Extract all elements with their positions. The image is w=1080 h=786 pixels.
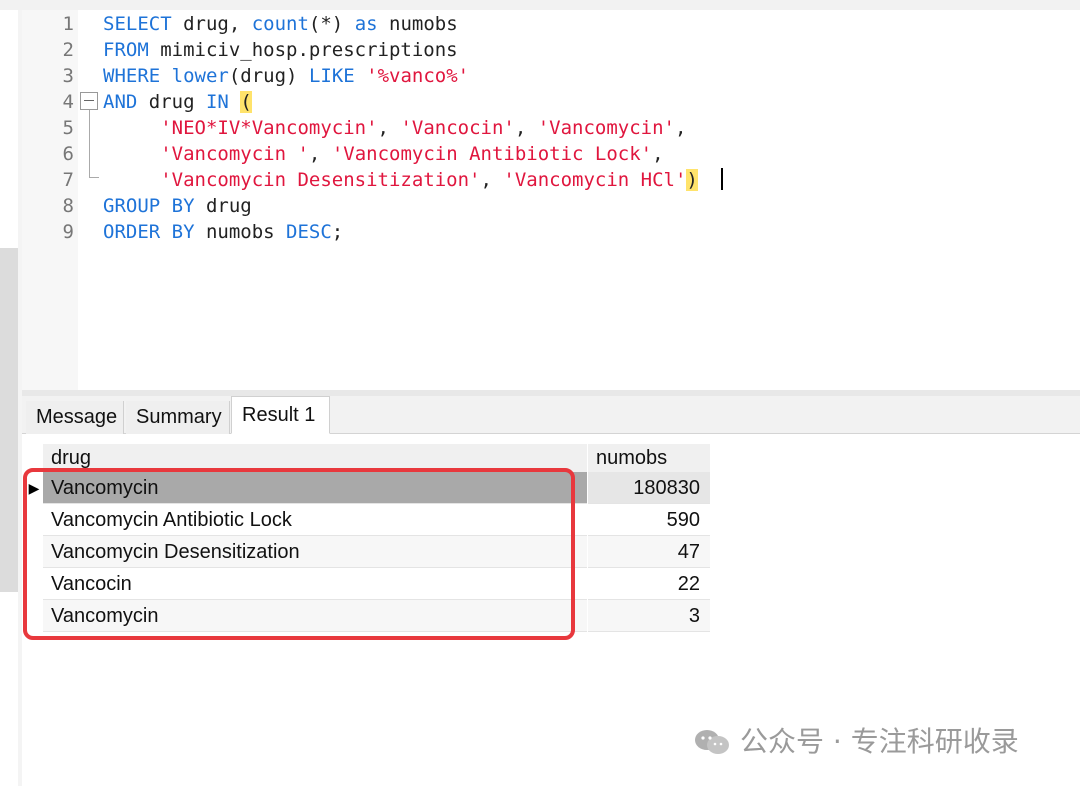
row-selector-icon[interactable]: [26, 504, 42, 536]
sql-string: 'Vancomycin Antibiotic Lock': [331, 143, 653, 165]
sql-string: 'NEO*IV*Vancomycin': [160, 117, 378, 139]
watermark-text: 公众号 · 专注科研收录: [740, 725, 1019, 758]
sql-keyword: DESC: [286, 221, 332, 243]
line-number: 5: [62, 117, 74, 139]
code-line[interactable]: ORDER BY numobs DESC;: [103, 219, 343, 245]
sql-keyword: SELECT: [103, 13, 172, 35]
tab-result-1[interactable]: Result 1: [231, 396, 330, 434]
sql-token: mimiciv_hosp.prescriptions: [148, 39, 458, 61]
sql-token: (drug): [228, 65, 309, 87]
fold-guide-line: [89, 110, 90, 178]
cell-numobs[interactable]: 180830: [588, 472, 710, 504]
code-line[interactable]: WHERE lower(drug) LIKE '%vanco%': [103, 63, 469, 89]
row-selector-icon[interactable]: [26, 568, 42, 600]
sql-token: numobs: [194, 221, 287, 243]
sql-keyword: as: [354, 13, 378, 35]
row-selector-icon[interactable]: ▶: [26, 472, 42, 504]
row-selector-icon[interactable]: [26, 600, 42, 632]
sql-keyword: lower: [171, 65, 229, 87]
sql-keyword: AND: [103, 91, 138, 113]
line-number: 8: [62, 195, 74, 217]
code-line[interactable]: 'Vancomycin Desensitization', 'Vancomyci…: [103, 167, 698, 193]
sql-string: 'Vancomycin Desensitization': [160, 169, 481, 191]
sql-token: ;: [331, 221, 344, 243]
sql-keyword: LIKE: [308, 65, 355, 87]
sql-token: ,: [480, 169, 504, 191]
sql-token: drug: [194, 195, 252, 217]
code-line[interactable]: SELECT drug, count(*) as numobs: [103, 11, 458, 37]
cell-drug[interactable]: Vancomycin: [43, 472, 587, 504]
sql-keyword: IN: [205, 91, 229, 113]
sql-token: ,: [652, 143, 664, 165]
sql-token: drug,: [171, 13, 252, 35]
sql-keyword: WHERE: [103, 65, 161, 87]
fold-toggle-icon[interactable]: [80, 92, 98, 110]
cell-numobs[interactable]: 47: [588, 536, 710, 568]
sql-keyword: count: [251, 13, 309, 35]
sql-token: ,: [377, 117, 401, 139]
line-number: 1: [62, 13, 74, 35]
sql-token: (*): [308, 13, 355, 35]
left-scrollbar[interactable]: [0, 248, 18, 592]
sql-string: 'Vancocin': [400, 117, 515, 139]
sql-token: ,: [308, 143, 332, 165]
sql-token: numobs: [377, 13, 458, 35]
tab-summary[interactable]: Summary: [126, 401, 230, 434]
sql-string: 'Vancomycin HCl': [503, 169, 687, 191]
line-number: 2: [62, 39, 74, 61]
cell-numobs[interactable]: 3: [588, 600, 710, 632]
sql-keyword: ORDER BY: [103, 221, 195, 243]
sql-string: '%vanco%': [366, 65, 470, 87]
code-line[interactable]: 'Vancomycin ', 'Vancomycin Antibiotic Lo…: [103, 141, 664, 167]
line-number: 4: [62, 91, 74, 113]
sql-string: 'Vancomycin': [537, 117, 675, 139]
sql-keyword: FROM: [103, 39, 149, 61]
text-cursor: [721, 168, 723, 190]
line-number: 7: [62, 169, 74, 191]
cell-drug[interactable]: Vancomycin: [43, 600, 587, 632]
cell-drug[interactable]: Vancomycin Antibiotic Lock: [43, 504, 587, 536]
column-header-numobs[interactable]: numobs: [588, 444, 710, 472]
fold-guide-end: [89, 177, 99, 178]
sql-token: ,: [514, 117, 538, 139]
code-line[interactable]: FROM mimiciv_hosp.prescriptions: [103, 37, 458, 63]
tab-message[interactable]: Message: [26, 401, 124, 434]
cell-numobs[interactable]: 22: [588, 568, 710, 600]
cell-drug[interactable]: Vancocin: [43, 568, 587, 600]
row-selector-icon[interactable]: [26, 536, 42, 568]
code-line[interactable]: AND drug IN (: [103, 89, 252, 115]
matched-paren: ): [686, 169, 698, 191]
sql-token: ,: [675, 117, 687, 139]
line-number: 6: [62, 143, 74, 165]
line-number: 3: [62, 65, 74, 87]
matched-paren: (: [240, 91, 252, 113]
cell-numobs[interactable]: 590: [588, 504, 710, 536]
column-header-drug[interactable]: drug: [43, 444, 587, 472]
sql-string: 'Vancomycin ': [160, 143, 309, 165]
code-line[interactable]: 'NEO*IV*Vancomycin', 'Vancocin', 'Vancom…: [103, 115, 686, 141]
code-line[interactable]: GROUP BY drug: [103, 193, 252, 219]
top-strip: [0, 0, 1080, 10]
wechat-icon: [695, 730, 729, 754]
line-number: 9: [62, 221, 74, 243]
sql-token: drug: [137, 91, 206, 113]
sql-keyword: GROUP BY: [103, 195, 195, 217]
cell-drug[interactable]: Vancomycin Desensitization: [43, 536, 587, 568]
